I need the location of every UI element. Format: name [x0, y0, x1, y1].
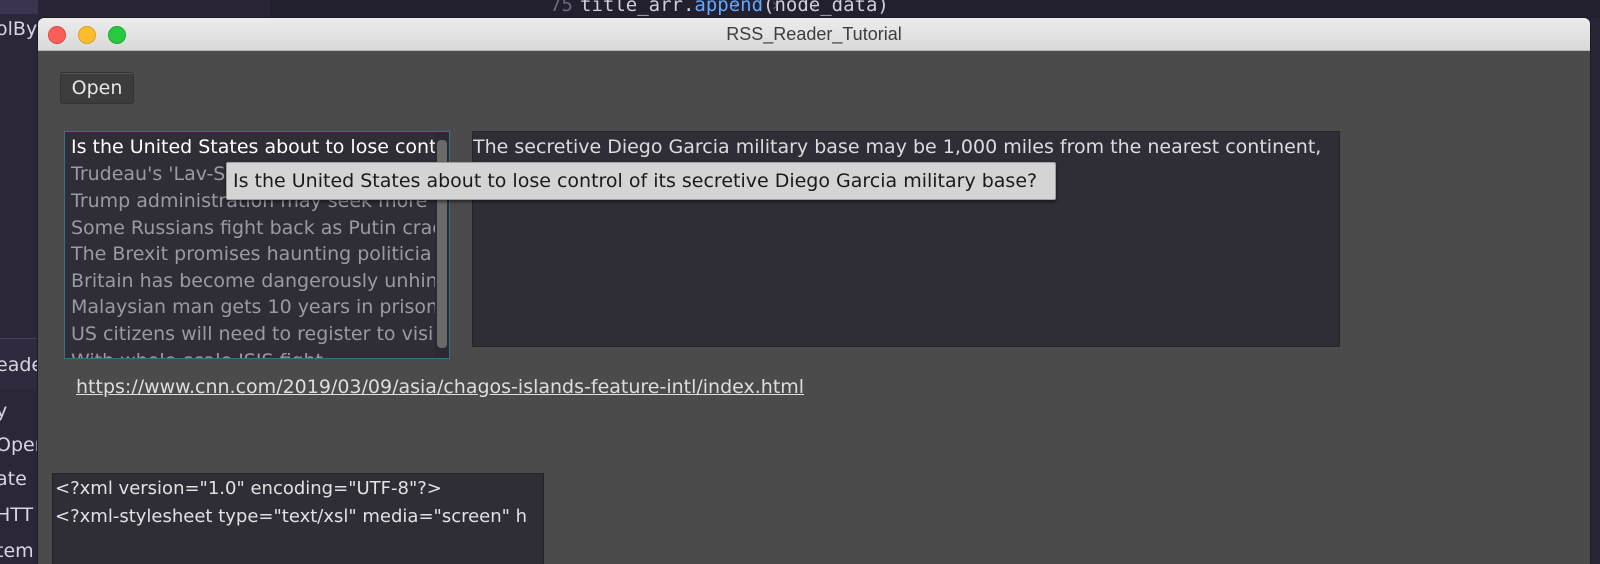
app-content: Open Is the United States about to lose … — [38, 51, 1590, 564]
background-left-panel: olBy eade y Open ate HTT tem — [0, 0, 38, 564]
background-left-top — [0, 0, 38, 14]
title-bar[interactable]: RSS_Reader_Tutorial — [38, 18, 1590, 51]
code-function: append — [694, 0, 764, 16]
background-line-number: 75 — [550, 0, 573, 16]
list-item[interactable]: Malaysian man gets 10 years in prison — [71, 294, 437, 320]
list-item[interactable]: Is the United States about to lose contr… — [71, 134, 437, 160]
background-item: HTT — [0, 504, 34, 526]
background-code-editor: 75 ››› title_arr.append(node_data) — [270, 0, 1600, 18]
app-window: RSS_Reader_Tutorial Open Is the United S… — [38, 18, 1590, 564]
xml-line: <?xml version="1.0" encoding="UTF-8"?> — [55, 478, 442, 499]
xml-line: <?xml-stylesheet type="text/xsl" media="… — [55, 506, 528, 527]
list-item[interactable]: Some Russians fight back as Putin crac — [71, 215, 437, 241]
background-code-line: title_arr.append(node_data) — [580, 0, 889, 16]
background-item: tem — [0, 540, 34, 562]
background-item: eade — [0, 354, 38, 376]
tooltip: Is the United States about to lose contr… — [226, 162, 1056, 200]
list-item[interactable]: Britain has become dangerously unhin — [71, 268, 437, 294]
list-item[interactable]: With whole-scale ISIS fight — [71, 348, 437, 358]
list-item[interactable]: US citizens will need to register to vis… — [71, 321, 437, 347]
background-item: ate — [0, 468, 27, 490]
code-suffix: (node_data) — [763, 0, 889, 16]
code-prefix: title_arr. — [580, 0, 695, 16]
xml-source-panel[interactable]: <?xml version="1.0" encoding="UTF-8"?> <… — [52, 473, 544, 564]
background-item: y — [0, 400, 8, 422]
open-button[interactable]: Open — [60, 72, 134, 104]
list-item[interactable]: The Brexit promises haunting politicia — [71, 241, 437, 267]
background-item: olBy — [0, 18, 38, 40]
article-link[interactable]: https://www.cnn.com/2019/03/09/asia/chag… — [76, 376, 804, 398]
background-item: Open — [0, 434, 38, 456]
window-title: RSS_Reader_Tutorial — [726, 24, 902, 44]
